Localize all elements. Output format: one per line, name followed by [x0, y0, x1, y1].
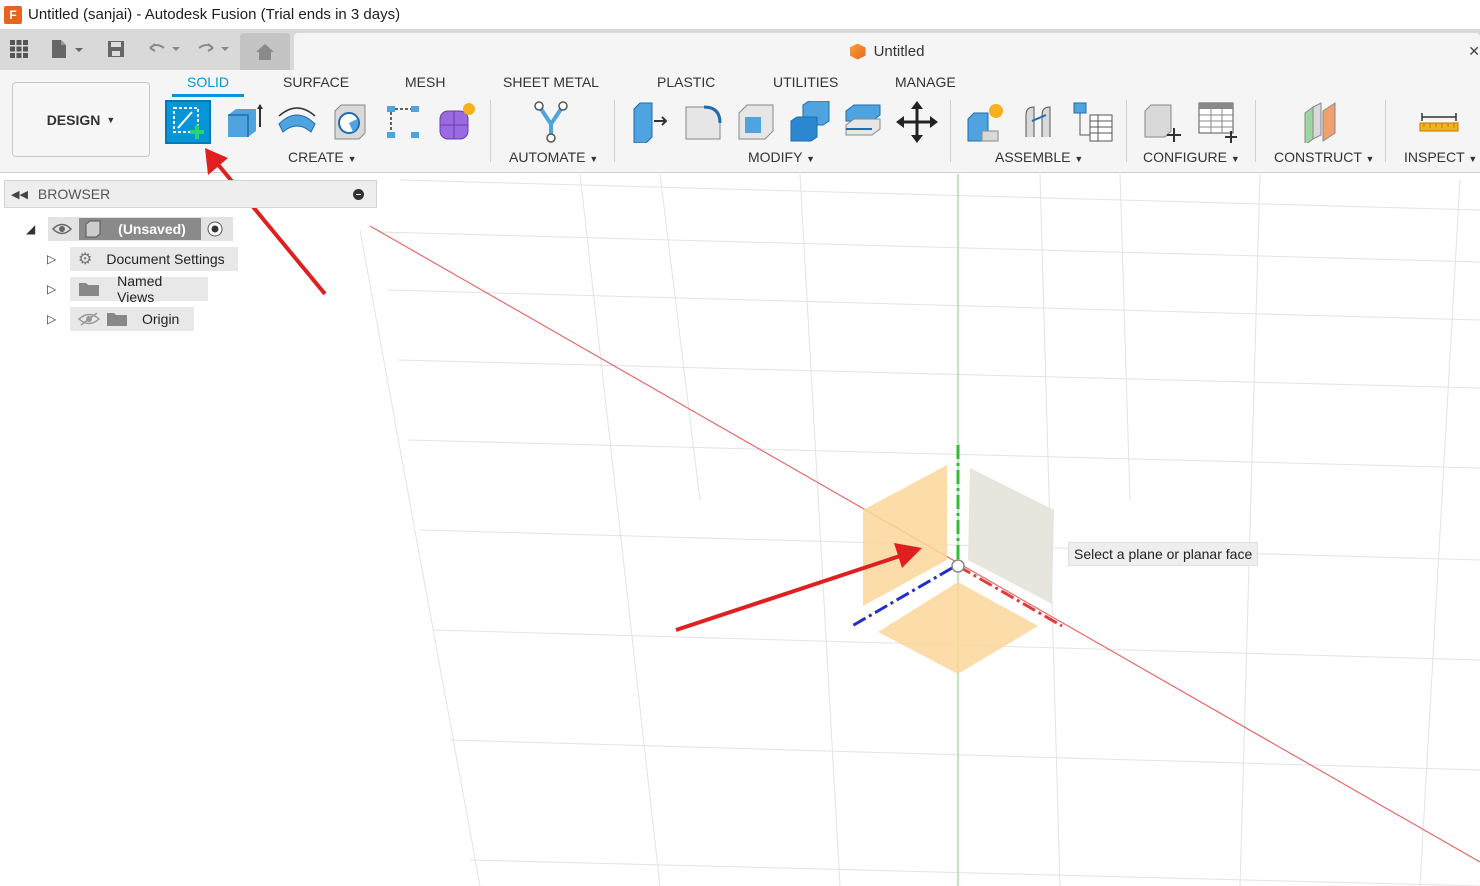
hidden-eye-icon[interactable] [78, 312, 100, 326]
eye-icon[interactable] [52, 222, 72, 236]
collapse-triangle-icon[interactable]: ◢ [26, 222, 35, 236]
folder-icon [79, 283, 99, 296]
selection-prompt: Select a plane or planar face [1068, 542, 1259, 566]
root-component-label: (Unsaved) [118, 221, 186, 237]
named-views-label: Named Views [117, 273, 163, 305]
browser-title: BROWSER [37, 186, 111, 202]
collapse-panel-icon[interactable]: ◀◀ [11, 188, 28, 201]
minimize-icon[interactable] [353, 189, 364, 200]
gear-icon: ⚙ [78, 251, 93, 268]
expand-triangle-icon[interactable]: ▷ [47, 312, 56, 326]
annotation-arrow-sketch [205, 148, 327, 296]
folder-icon [107, 313, 127, 326]
origin-node[interactable]: Origin [70, 307, 194, 331]
origin-label: Origin [142, 311, 180, 327]
expand-triangle-icon[interactable]: ▷ [47, 252, 56, 266]
activate-radio-icon[interactable] [207, 221, 223, 237]
expand-triangle-icon[interactable]: ▷ [47, 282, 56, 296]
named-views-node[interactable]: Named Views [70, 273, 208, 305]
document-settings-label: Document Settings [106, 251, 225, 267]
browser-header: ◀◀ BROWSER [4, 180, 377, 208]
document-settings-node[interactable]: ⚙ Document Settings [70, 247, 238, 271]
